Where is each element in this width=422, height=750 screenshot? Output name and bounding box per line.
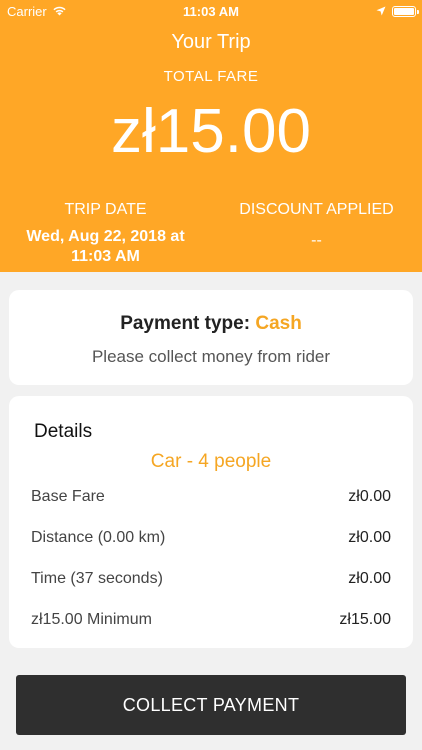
location-arrow-icon <box>376 4 386 19</box>
fare-row-base: Base Fare zł0.00 <box>31 488 391 506</box>
fare-row-label: Distance (0.00 km) <box>31 529 166 546</box>
payment-card: Payment type: Cash Please collect money … <box>9 290 413 385</box>
discount-label: DISCOUNT APPLIED <box>239 201 394 218</box>
total-fare-amount: zł15.00 <box>111 97 311 166</box>
trip-date-section: TRIP DATE Wed, Aug 22, 2018 at 11:03 AM <box>0 201 211 267</box>
payment-method: Cash <box>255 313 302 334</box>
collect-payment-button[interactable]: COLLECT PAYMENT <box>16 675 406 735</box>
fare-row-amount: zł0.00 <box>348 529 391 546</box>
trip-summary-header: Carrier 11:03 AM Your Trip TOTAL FARE zł <box>0 0 422 272</box>
fare-row-label: zł15.00 Minimum <box>31 611 152 628</box>
trip-date-label: TRIP DATE <box>64 201 147 218</box>
discount-section: DISCOUNT APPLIED -- <box>211 201 422 251</box>
fare-row-amount: zł15.00 <box>339 611 391 628</box>
status-right <box>376 4 419 19</box>
page-title: Your Trip <box>171 31 251 53</box>
payment-type-label: Payment type: <box>120 313 251 334</box>
fare-row-label: Time (37 seconds) <box>31 570 163 587</box>
status-time: 11:03 AM <box>183 4 239 19</box>
details-title: Details <box>34 421 93 442</box>
fare-row-amount: zł0.00 <box>348 488 391 505</box>
fare-row-distance: Distance (0.00 km) zł0.00 <box>31 529 391 547</box>
trip-date-value: Wed, Aug 22, 2018 at 11:03 AM <box>26 228 185 265</box>
discount-value: -- <box>311 232 322 249</box>
fare-row-minimum: zł15.00 Minimum zł15.00 <box>31 611 391 629</box>
total-fare-label: TOTAL FARE <box>163 68 259 85</box>
fare-row-time: Time (37 seconds) zł0.00 <box>31 570 391 588</box>
fare-row-amount: zł0.00 <box>348 570 391 587</box>
status-bar: Carrier 11:03 AM <box>0 0 422 22</box>
vehicle-type: Car - 4 people <box>150 451 272 472</box>
payment-type: Payment type: Cash <box>9 313 413 335</box>
fare-row-label: Base Fare <box>31 488 105 505</box>
payment-note: Please collect money from rider <box>91 347 331 366</box>
details-card: Details Car - 4 people Base Fare zł0.00 … <box>9 396 413 648</box>
battery-icon <box>392 6 419 17</box>
